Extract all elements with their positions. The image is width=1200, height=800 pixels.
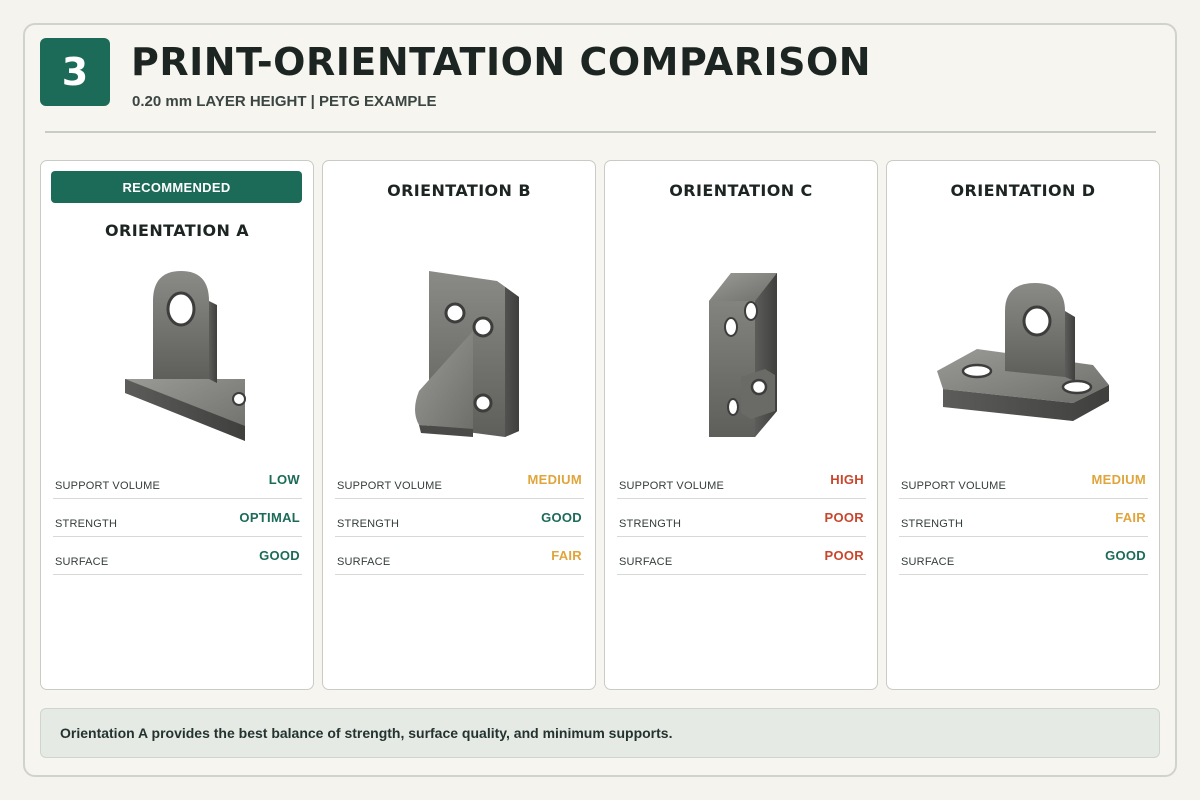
- metric-label: STRENGTH: [901, 518, 964, 530]
- metric-row-strength: STRENGTH GOOD: [335, 499, 584, 537]
- bracket-plate-vertical-image: [415, 271, 519, 437]
- metric-label: SUPPORT VOLUME: [55, 480, 161, 492]
- card-orientation-b[interactable]: ORIENTATION B SUPPORT VOLUME MEDIUM STRE…: [322, 160, 596, 690]
- card-title: ORIENTATION A: [104, 221, 250, 240]
- metric-label: STRENGTH: [55, 518, 118, 530]
- step-number-badge: 3: [40, 38, 110, 106]
- metric-value: GOOD: [1105, 548, 1146, 563]
- card-title: ORIENTATION B: [387, 181, 531, 200]
- metric-row-strength: STRENGTH OPTIMAL: [53, 499, 302, 537]
- metric-row-surface: SURFACE GOOD: [899, 537, 1148, 575]
- metric-value: OPTIMAL: [239, 510, 300, 525]
- metrics-list: SUPPORT VOLUME LOW STRENGTH OPTIMAL SURF…: [53, 461, 302, 575]
- metric-row-support: SUPPORT VOLUME MEDIUM: [335, 461, 584, 499]
- recommended-badge: RECOMMENDED: [51, 171, 302, 203]
- metric-value: FAIR: [551, 548, 582, 563]
- metric-label: SUPPORT VOLUME: [337, 480, 443, 492]
- bracket-plate-edge-image: [709, 273, 777, 437]
- metric-value: LOW: [268, 472, 300, 487]
- metrics-list: SUPPORT VOLUME MEDIUM STRENGTH FAIR SURF…: [899, 461, 1148, 575]
- card-orientation-d[interactable]: ORIENTATION D SUPPORT VOLUME MEDIUM STRE…: [886, 160, 1160, 690]
- metric-label: SUPPORT VOLUME: [901, 480, 1007, 492]
- page-title: PRINT-ORIENTATION COMPARISON: [131, 40, 872, 84]
- metric-row-support: SUPPORT VOLUME LOW: [53, 461, 302, 499]
- metric-label: SURFACE: [337, 556, 391, 568]
- metric-row-surface: SURFACE POOR: [617, 537, 866, 575]
- metric-value: POOR: [824, 510, 864, 525]
- metric-value: POOR: [824, 548, 864, 563]
- metric-row-surface: SURFACE GOOD: [53, 537, 302, 575]
- metric-value: GOOD: [259, 548, 300, 563]
- metric-label: SURFACE: [901, 556, 955, 568]
- metric-label: STRENGTH: [337, 518, 400, 530]
- metric-value: MEDIUM: [1091, 472, 1146, 487]
- bracket-lug-upright-image: [125, 271, 246, 441]
- summary-text: Orientation A provides the best balance …: [60, 725, 673, 741]
- metric-label: SUPPORT VOLUME: [619, 480, 725, 492]
- metric-row-strength: STRENGTH POOR: [617, 499, 866, 537]
- card-orientation-a[interactable]: RECOMMENDED ORIENTATION A SUPPORT VOLUME…: [40, 160, 314, 690]
- metric-value: MEDIUM: [527, 472, 582, 487]
- card-title: ORIENTATION D: [950, 181, 1096, 200]
- metric-label: SURFACE: [619, 556, 673, 568]
- metric-label: SURFACE: [55, 556, 109, 568]
- metric-value: GOOD: [541, 510, 582, 525]
- metric-label: STRENGTH: [619, 518, 682, 530]
- card-orientation-c[interactable]: ORIENTATION C SUPPORT VOLUME HIGH STRENG…: [604, 160, 878, 690]
- step-number: 3: [61, 50, 89, 94]
- metric-row-support: SUPPORT VOLUME MEDIUM: [899, 461, 1148, 499]
- metric-row-surface: SURFACE FAIR: [335, 537, 584, 575]
- summary-note: Orientation A provides the best balance …: [40, 708, 1160, 758]
- metric-row-strength: STRENGTH FAIR: [899, 499, 1148, 537]
- page-subtitle: 0.20 mm LAYER HEIGHT | PETG EXAMPLE: [132, 93, 437, 110]
- bracket-flat-base-image: [937, 283, 1109, 421]
- card-title: ORIENTATION C: [669, 181, 813, 200]
- header-divider: [45, 131, 1156, 133]
- metric-value: FAIR: [1115, 510, 1146, 525]
- metrics-list: SUPPORT VOLUME HIGH STRENGTH POOR SURFAC…: [617, 461, 866, 575]
- metric-row-support: SUPPORT VOLUME HIGH: [617, 461, 866, 499]
- metrics-list: SUPPORT VOLUME MEDIUM STRENGTH GOOD SURF…: [335, 461, 584, 575]
- metric-value: HIGH: [830, 472, 864, 487]
